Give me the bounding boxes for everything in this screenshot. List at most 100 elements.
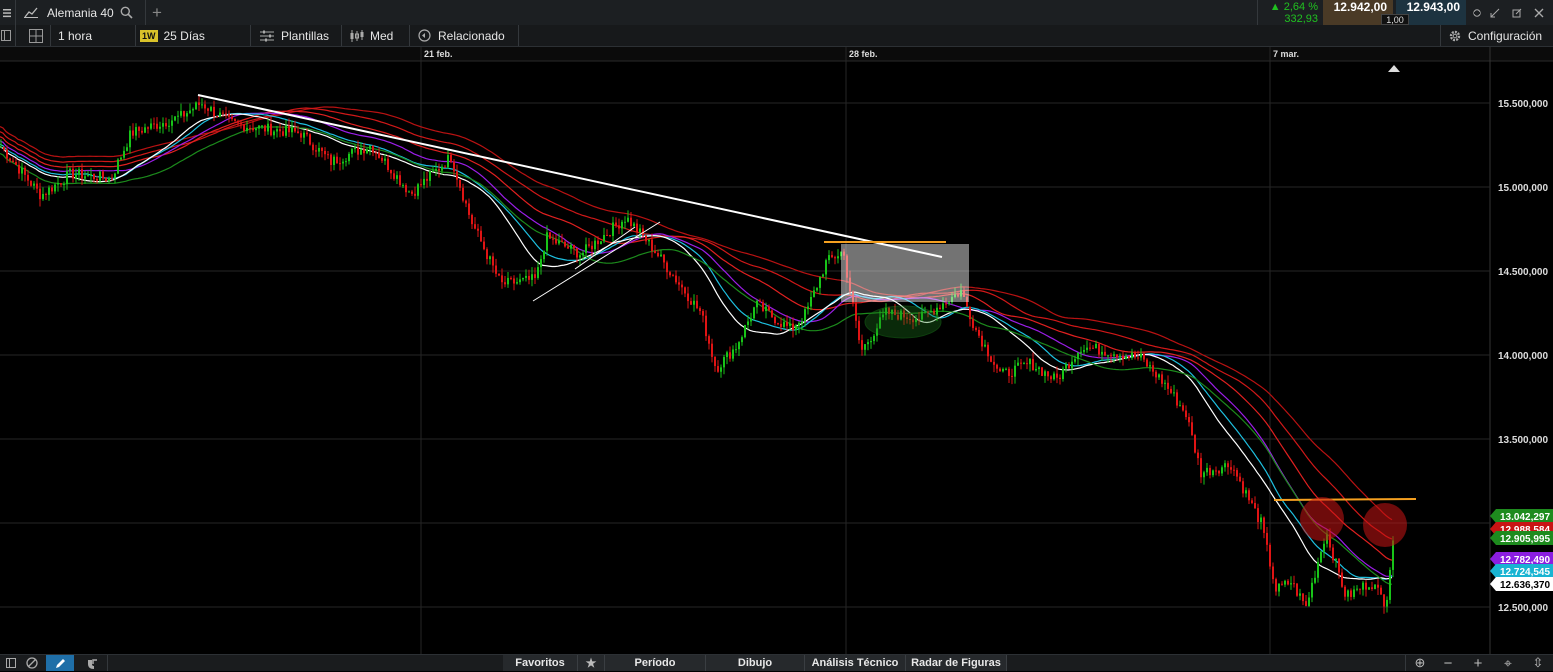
- candle: [255, 127, 257, 138]
- interval-select[interactable]: 1 hora: [58, 25, 128, 46]
- range-select[interactable]: 1W 25 Días: [140, 25, 245, 46]
- candle: [1227, 460, 1229, 475]
- price-tag: 12.905,995: [1490, 531, 1553, 545]
- tab-dibujo[interactable]: Dibujo: [706, 655, 805, 671]
- fit-icon[interactable]: ⇳: [1530, 655, 1546, 671]
- zoom-out-icon[interactable]: −: [1440, 655, 1456, 672]
- menu-icon[interactable]: [0, 0, 14, 25]
- candle: [177, 110, 179, 124]
- pencil-icon[interactable]: [46, 655, 74, 671]
- tab-periodo[interactable]: Período: [605, 655, 706, 671]
- price-chart[interactable]: 21 feb. 28 feb. 7 mar. 15.500,000 15.000,00…: [0, 47, 1553, 654]
- ma-slow-3: [0, 106, 1393, 521]
- candle: [1176, 389, 1178, 409]
- bottom-toolbar: Favoritos ★ Período Dibujo Análisis Técn…: [0, 654, 1553, 672]
- popout-icon[interactable]: [1510, 0, 1524, 25]
- candle: [1086, 340, 1088, 353]
- candle: [837, 249, 839, 264]
- tab-analisis-tecnico[interactable]: Análisis Técnico: [805, 655, 906, 671]
- candle: [1062, 366, 1064, 382]
- candle: [378, 147, 380, 159]
- candle: [60, 183, 62, 188]
- candle: [693, 294, 695, 312]
- instrument-tab[interactable]: Alemania 40: [22, 0, 142, 25]
- candle: [174, 116, 176, 122]
- candle: [681, 280, 683, 295]
- tab-favoritos[interactable]: Favoritos: [503, 655, 578, 671]
- candle: [1281, 581, 1283, 586]
- candle: [171, 115, 173, 134]
- close-icon[interactable]: [1532, 0, 1546, 25]
- panel-toggle-icon[interactable]: [0, 25, 12, 46]
- candle: [645, 234, 647, 245]
- candle: [303, 130, 305, 145]
- candle: [777, 322, 779, 326]
- instrument-name: Alemania 40: [47, 5, 114, 20]
- y-tick-label: 15.500,000: [1498, 99, 1548, 110]
- candle: [663, 254, 665, 269]
- magnet-icon[interactable]: [82, 655, 102, 671]
- candle: [990, 355, 992, 363]
- settings-label: Configuración: [1468, 28, 1543, 43]
- candle: [771, 309, 773, 319]
- candle: [804, 306, 806, 327]
- add-panel-icon[interactable]: ⊕: [1412, 655, 1428, 671]
- panel-icon[interactable]: [4, 655, 18, 671]
- candle: [858, 316, 860, 344]
- candle: [510, 276, 512, 281]
- candle: [1161, 371, 1163, 388]
- candle: [1077, 352, 1079, 366]
- candle: [543, 250, 545, 263]
- candle: [264, 124, 266, 136]
- add-tab-icon[interactable]: +: [152, 0, 168, 25]
- candle: [387, 154, 389, 173]
- candle: [1317, 557, 1319, 583]
- candle: [1170, 386, 1172, 395]
- candle: [429, 170, 431, 187]
- chart-canvas[interactable]: 21 feb. 28 feb. 7 mar. 15.500,000 15.000,00…: [0, 47, 1553, 654]
- candle: [153, 117, 155, 130]
- candle: [15, 158, 17, 166]
- candle: [1146, 358, 1148, 368]
- star-icon[interactable]: ★: [578, 655, 605, 671]
- candle: [1221, 465, 1223, 477]
- candle: [861, 334, 863, 356]
- y-tick-label: 12.500,000: [1498, 603, 1548, 614]
- candle: [1269, 542, 1271, 570]
- candle: [756, 299, 758, 314]
- candle: [477, 223, 479, 238]
- candle: [810, 291, 812, 311]
- candle: [969, 306, 971, 327]
- price-tag-label: 12.636,370: [1500, 580, 1550, 591]
- candle: [498, 273, 500, 277]
- candle: [1005, 367, 1007, 371]
- candle: [348, 151, 350, 165]
- templates-button[interactable]: Plantillas: [260, 25, 338, 46]
- candle: [435, 162, 437, 176]
- price-type-select[interactable]: Med: [349, 25, 407, 46]
- candle: [537, 261, 539, 280]
- candle: [18, 160, 20, 179]
- candle: [444, 165, 446, 169]
- zoom-in-icon[interactable]: +: [1470, 655, 1486, 672]
- candle: [1353, 585, 1355, 600]
- candle: [138, 125, 140, 138]
- candle: [1047, 371, 1049, 381]
- candle: [180, 103, 182, 118]
- minimize-icon[interactable]: [1488, 0, 1502, 25]
- candle: [252, 121, 254, 132]
- candle: [468, 198, 470, 219]
- ma-slow-2: [0, 107, 1393, 540]
- candle: [1038, 366, 1040, 375]
- hide-drawings-icon[interactable]: [24, 655, 40, 671]
- search-icon[interactable]: [120, 6, 133, 19]
- tab-radar-figuras[interactable]: Radar de Figuras: [906, 655, 1007, 671]
- crosshair-icon[interactable]: ⌖: [1500, 655, 1516, 671]
- candle: [723, 354, 725, 375]
- settings-button[interactable]: Configuración: [1448, 25, 1552, 46]
- related-button[interactable]: Relacionado: [418, 25, 518, 46]
- link-icon[interactable]: [1470, 0, 1484, 25]
- candle: [744, 324, 746, 339]
- layout-grid-icon[interactable]: [26, 25, 46, 46]
- candle: [447, 148, 449, 169]
